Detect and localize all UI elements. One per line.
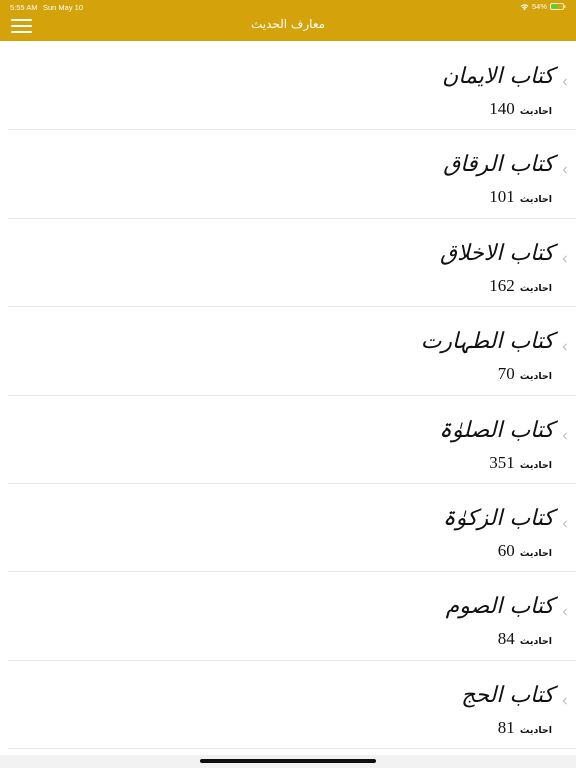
chevron-left-icon xyxy=(562,432,567,440)
list-item[interactable]: کتاب الرقاق احادیث 101 xyxy=(0,130,576,219)
status-date: Sun May 10 xyxy=(43,3,84,12)
hadith-count: احادیث 84 xyxy=(498,629,554,649)
status-indicators: 54% xyxy=(520,2,566,11)
list-item[interactable]: کتاب الاخلاق احادیث 162 xyxy=(0,219,576,308)
hadith-count: احادیث 81 xyxy=(498,718,554,738)
book-title: کتاب الایمان xyxy=(442,64,554,89)
hadith-unit: احادیث xyxy=(519,106,552,117)
status-time: 5:55 AM xyxy=(10,3,38,12)
chevron-left-icon xyxy=(562,343,567,351)
list-item[interactable]: کتاب الصلوٰۃ احادیث 351 xyxy=(0,396,576,484)
list-item[interactable]: کتاب الحج احادیث 81 xyxy=(0,661,576,750)
hadith-count: احادیث 60 xyxy=(498,541,554,561)
book-title: کتاب الطہارت xyxy=(420,329,554,355)
hadith-unit: احادیث xyxy=(519,724,552,736)
navigation-bar: معارف الحدیث xyxy=(0,14,576,41)
hadith-unit: احادیث xyxy=(519,194,552,206)
status-bar: 5:55 AM Sun May 10 54% xyxy=(0,0,576,14)
list-item[interactable]: کتاب الزکوٰۃ احادیث 60 xyxy=(0,484,576,573)
wifi-icon xyxy=(520,3,529,10)
book-title: کتاب الصوم xyxy=(445,594,554,620)
hadith-unit: احادیث xyxy=(519,371,552,383)
chevron-left-icon xyxy=(562,255,567,263)
hadith-number: 60 xyxy=(497,540,515,560)
home-indicator[interactable] xyxy=(200,759,376,763)
chevron-left-icon xyxy=(562,520,567,528)
page-title: معارف الحدیث xyxy=(250,17,326,31)
book-title: کتاب الصلوٰۃ xyxy=(439,417,554,443)
hadith-count: احادیث 351 xyxy=(489,453,554,473)
hadith-number: 81 xyxy=(497,717,515,737)
chevron-left-icon xyxy=(562,166,567,174)
hadith-unit: احادیث xyxy=(519,547,552,559)
list-item[interactable]: کتاب الصوم احادیث 84 xyxy=(0,572,576,661)
list-item[interactable]: کتاب الایمان احادیث 140 xyxy=(0,42,576,131)
hadith-number: 140 xyxy=(489,99,515,118)
hadith-count: احادیث 140 xyxy=(489,99,554,119)
hadith-unit: احادیث xyxy=(519,282,552,294)
book-title: کتاب الحج xyxy=(461,682,554,708)
chevron-left-icon xyxy=(562,78,567,86)
book-title: کتاب الرقاق xyxy=(443,152,554,178)
chevron-left-icon xyxy=(562,697,567,705)
top-bar: 5:55 AM Sun May 10 54% معارف الحدیث xyxy=(0,0,576,41)
hadith-count: احادیث 70 xyxy=(498,364,554,384)
hadith-unit: احادیث xyxy=(519,459,552,471)
hadith-number: 70 xyxy=(497,364,515,384)
divider xyxy=(8,748,576,750)
hadith-count: احادیث 101 xyxy=(489,187,554,207)
hadith-count: احادیث 162 xyxy=(489,276,554,296)
book-title: کتاب الزکوٰۃ xyxy=(442,505,554,531)
battery-icon xyxy=(550,3,566,10)
hadith-number: 101 xyxy=(489,187,515,207)
app-screen: 5:55 AM Sun May 10 54% معارف الحدیث کتاب… xyxy=(0,0,576,768)
hadith-number: 162 xyxy=(489,275,515,295)
book-title: کتاب الاخلاق xyxy=(440,240,554,266)
book-list: کتاب الایمان احادیث 140 کتاب الرقاق احاد… xyxy=(0,42,576,750)
hadith-number: 84 xyxy=(497,629,515,649)
hadith-number: 351 xyxy=(489,452,515,472)
list-item[interactable]: کتاب الطہارت احادیث 70 xyxy=(0,307,576,396)
hadith-unit: احادیث xyxy=(519,636,552,648)
battery-percent: 54% xyxy=(531,2,547,11)
chevron-left-icon xyxy=(562,608,567,616)
